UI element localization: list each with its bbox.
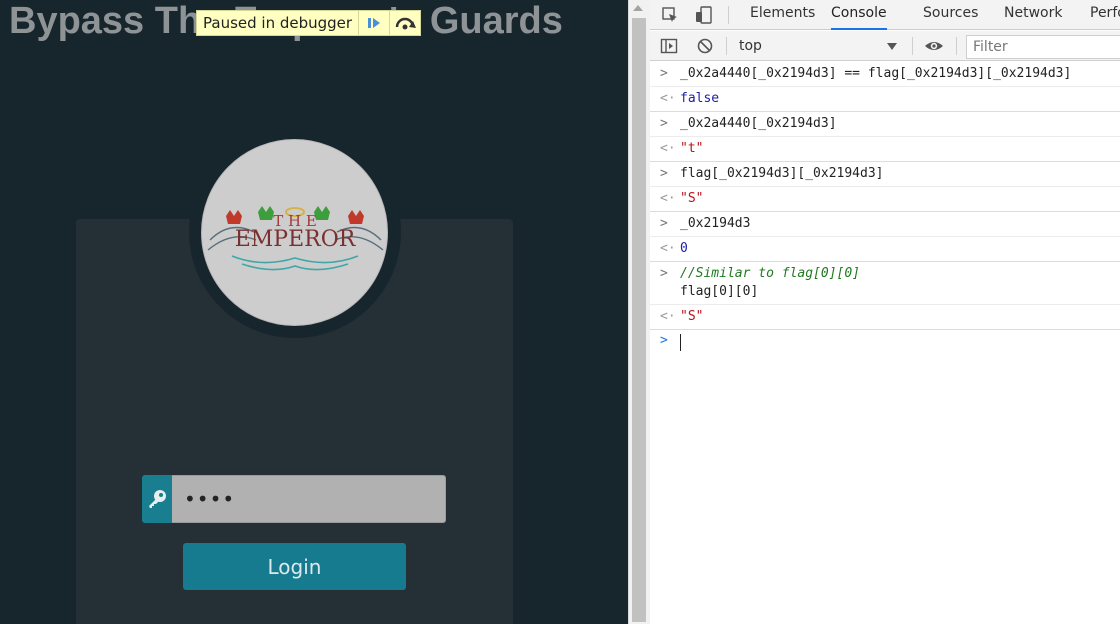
live-expression-button[interactable] (922, 34, 946, 58)
toolbar-divider (956, 37, 957, 55)
toolbar-divider (912, 37, 913, 55)
context-select[interactable]: top (733, 35, 903, 57)
console-result-row: <· 0 (650, 237, 1120, 262)
step-over-button[interactable] (389, 11, 420, 35)
clear-console-button[interactable] (693, 34, 717, 58)
eye-icon (925, 42, 943, 50)
toolbar-divider (726, 37, 727, 55)
toolbar-divider (728, 6, 729, 24)
console-result-row: <· false (650, 87, 1120, 112)
console-output: > _0x2a4440[_0x2194d3] == flag[_0x2194d3… (650, 62, 1120, 354)
login-button[interactable]: Login (183, 543, 406, 590)
console-result-value: false (680, 91, 720, 106)
scroll-thumb[interactable] (632, 18, 646, 622)
debugger-paused-label: Paused in debugger (203, 14, 353, 32)
console-result-row: <· "S" (650, 305, 1120, 330)
input-chevron-icon: > (660, 166, 668, 181)
sidebar-toggle-icon (660, 38, 678, 54)
console-input-text: flag[0][0] (680, 284, 759, 299)
result-arrow-icon: <· (660, 241, 676, 256)
scroll-up-arrow-icon[interactable] (633, 5, 643, 11)
inspect-element-button[interactable] (658, 3, 682, 27)
tab-console[interactable]: Console (831, 0, 887, 30)
prompt-chevron-icon: > (660, 333, 668, 348)
tab-sources[interactable]: Sources (923, 0, 978, 30)
tab-elements[interactable]: Elements (750, 0, 815, 30)
resume-icon (368, 18, 381, 28)
console-result-value: "t" (680, 141, 704, 156)
console-input-text: flag[_0x2194d3][_0x2194d3] (680, 166, 884, 181)
password-input[interactable] (172, 475, 446, 523)
console-result-value: 0 (680, 241, 688, 256)
console-input-text: _0x2a4440[_0x2194d3] == flag[_0x2194d3][… (680, 66, 1072, 81)
filter-input[interactable] (966, 35, 1120, 59)
console-input-row: > _0x2a4440[_0x2194d3] (650, 112, 1120, 137)
console-input-row: > //Similar to flag[0][0] flag[0][0] (650, 262, 1120, 305)
page-viewport: Bypass The Emperor's Guards Paused in de… (0, 0, 628, 624)
dropdown-arrow-icon (887, 43, 897, 50)
result-arrow-icon: <· (660, 141, 676, 156)
text-caret (680, 334, 681, 351)
tab-network[interactable]: Network (1004, 0, 1062, 30)
show-sidebar-button[interactable] (657, 34, 681, 58)
resume-button[interactable] (358, 11, 389, 35)
password-group (142, 475, 446, 523)
console-result-value: "S" (680, 191, 704, 206)
console-result-value: "S" (680, 309, 704, 324)
debugger-paused-bar: Paused in debugger (196, 10, 422, 36)
logo-main-word: EMPEROR (235, 227, 357, 252)
input-chevron-icon: > (660, 216, 668, 231)
key-icon-glyph (149, 490, 166, 508)
input-chevron-icon: > (660, 266, 668, 281)
console-input-text: _0x2a4440[_0x2194d3] (680, 116, 837, 131)
device-icon (696, 6, 712, 24)
devtools-panel: Elements Console Sources Network Perfo t… (650, 0, 1120, 624)
devtools-tab-bar: Elements Console Sources Network Perfo (650, 0, 1120, 30)
context-select-value: top (739, 38, 762, 54)
result-arrow-icon: <· (660, 91, 676, 106)
console-input-comment: //Similar to flag[0][0] (680, 266, 861, 281)
console-input-row: > _0x2194d3 (650, 212, 1120, 237)
console-result-row: <· "t" (650, 137, 1120, 162)
clear-icon (697, 38, 713, 54)
console-input-text: _0x2194d3 (680, 216, 751, 231)
result-arrow-icon: <· (660, 309, 676, 324)
console-toolbar: top (650, 31, 1120, 61)
inspect-icon (662, 7, 677, 22)
input-chevron-icon: > (660, 116, 668, 131)
console-input-row: > _0x2a4440[_0x2194d3] == flag[_0x2194d3… (650, 62, 1120, 87)
step-over-icon (395, 17, 417, 30)
result-arrow-icon: <· (660, 191, 676, 206)
page-scrollbar[interactable] (628, 0, 650, 624)
console-prompt[interactable]: > (650, 330, 1120, 354)
console-result-row: <· "S" (650, 187, 1120, 212)
emperor-logo: T H E EMPEROR (201, 139, 388, 326)
key-icon (142, 475, 172, 523)
device-toolbar-button[interactable] (692, 3, 716, 27)
emperor-logo-art: T H E EMPEROR (207, 206, 384, 271)
input-chevron-icon: > (660, 66, 668, 81)
tab-performance[interactable]: Perfo (1090, 0, 1120, 30)
console-input-row: > flag[_0x2194d3][_0x2194d3] (650, 162, 1120, 187)
